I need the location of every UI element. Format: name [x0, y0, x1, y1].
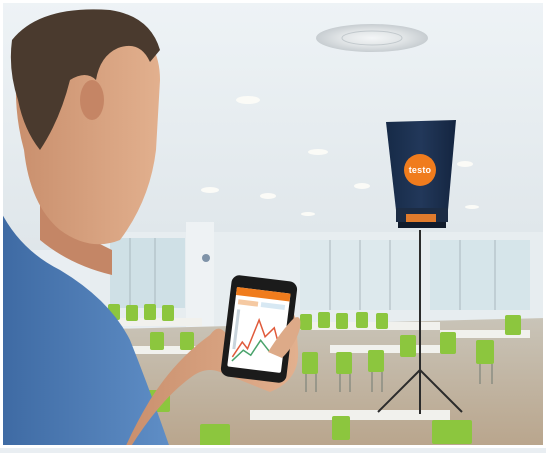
testo-logo-icon: testo [404, 154, 436, 186]
ceiling-vent-icon [316, 24, 428, 52]
photo-scene: testo [0, 0, 546, 448]
photo-illustration [0, 0, 546, 448]
